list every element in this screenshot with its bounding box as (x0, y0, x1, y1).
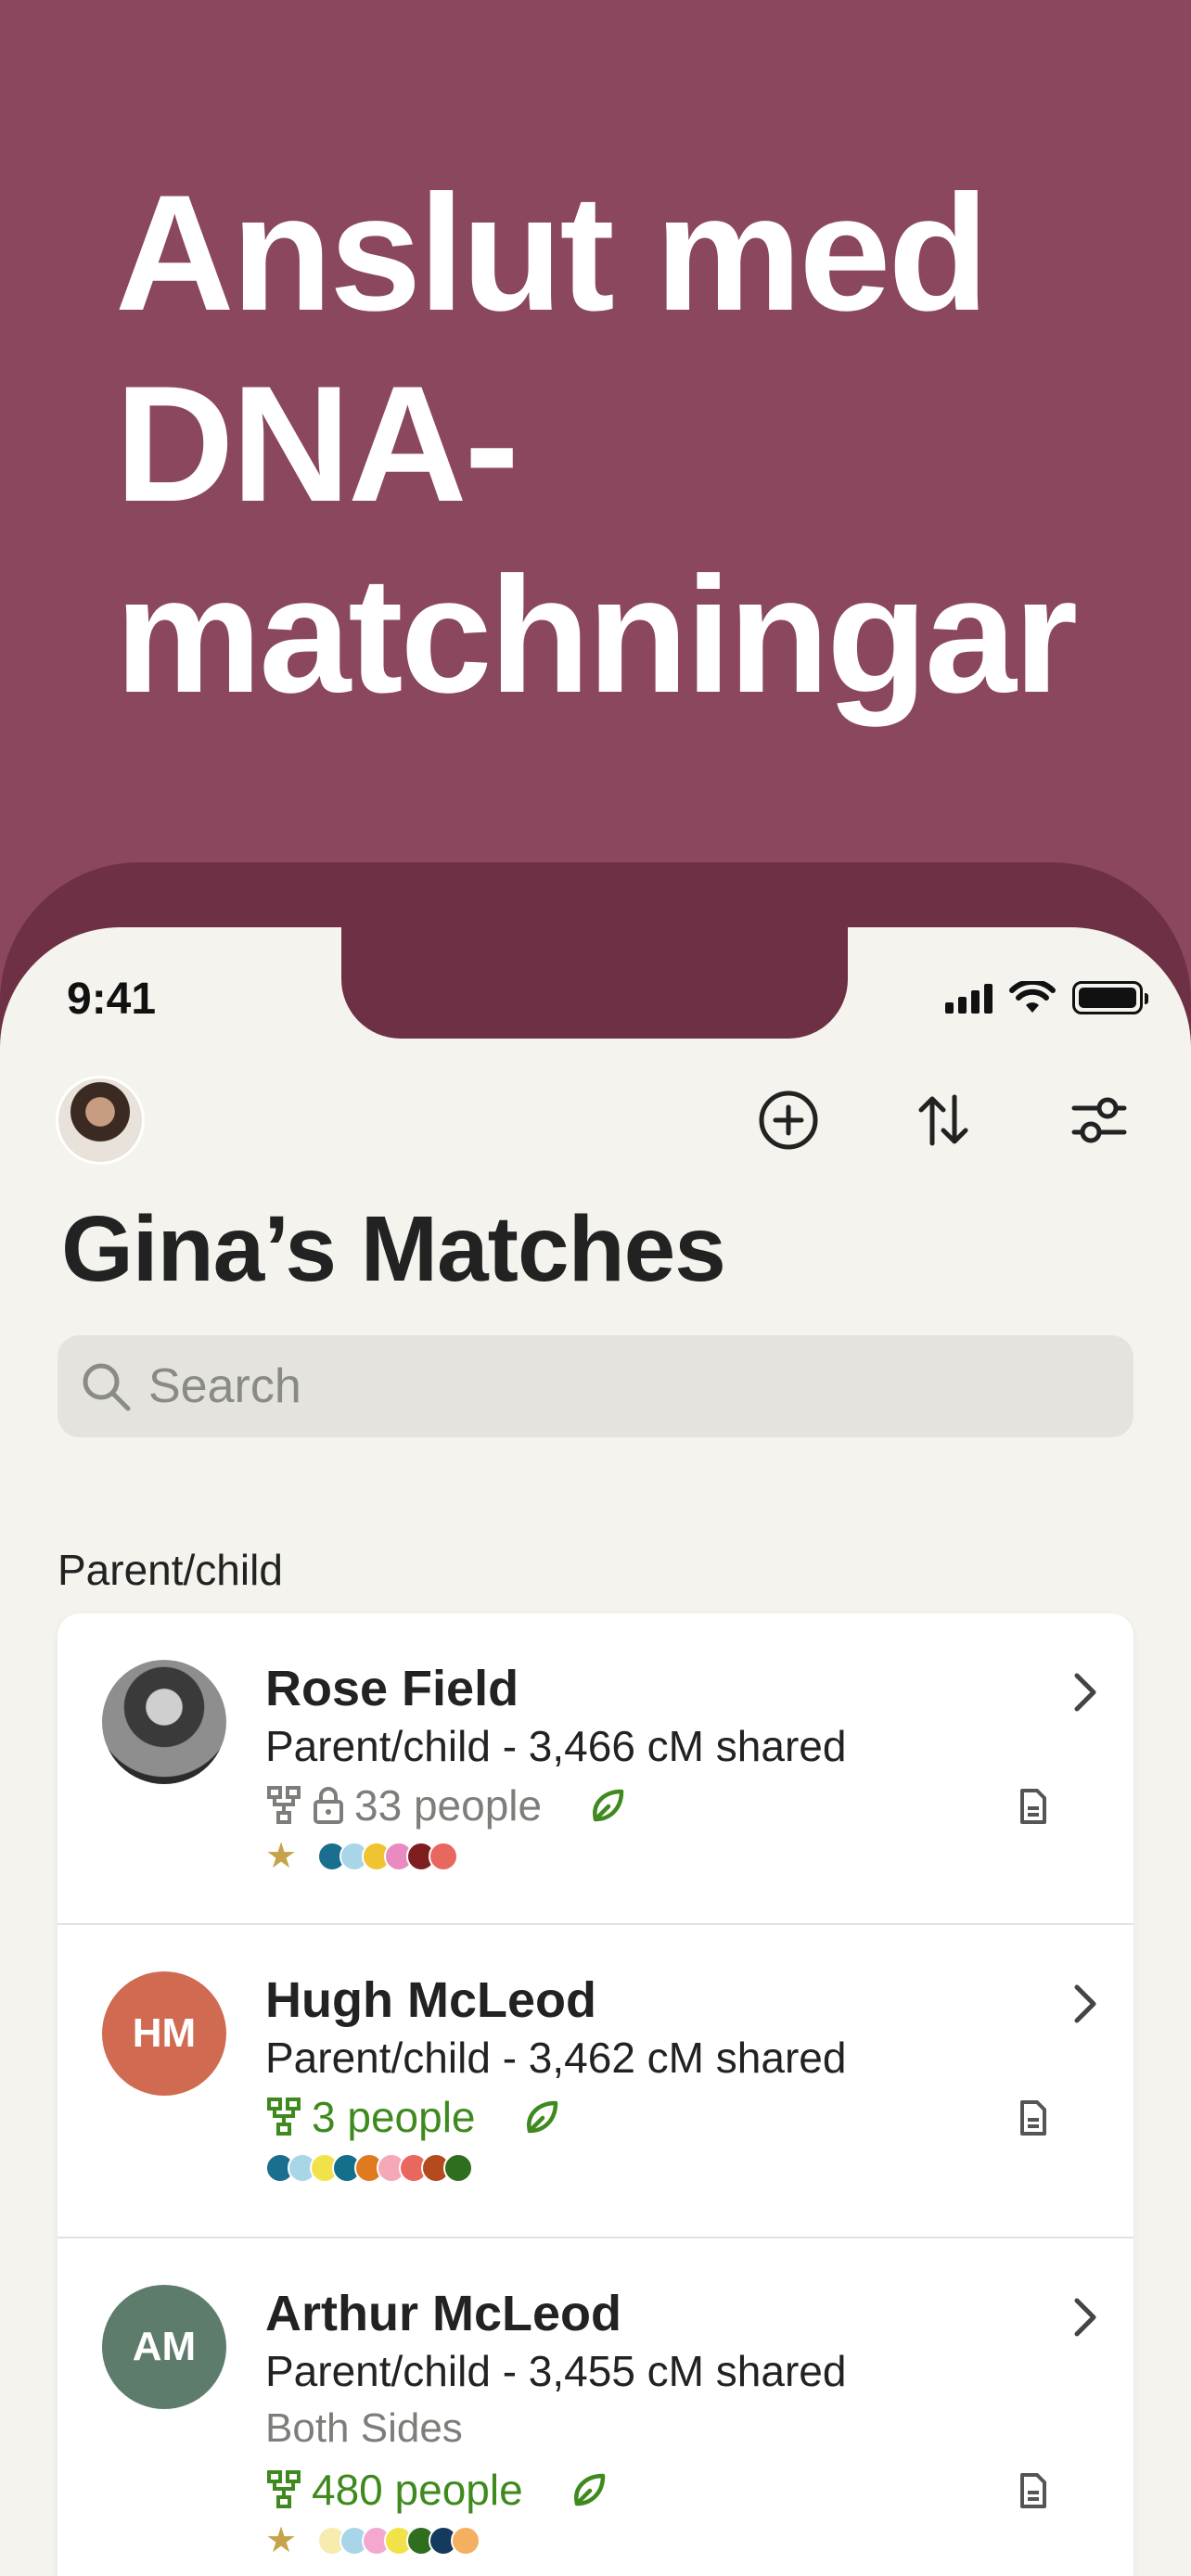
ethnicity-dot (429, 1842, 459, 1871)
match-relationship: Parent/child - 3,466 cM shared (265, 1722, 847, 1770)
match-name: Rose Field (265, 1661, 519, 1716)
ethnicity-dots: ★ (265, 2521, 481, 2560)
match-side: Both Sides (265, 2405, 463, 2451)
ethnicity-dots (265, 2153, 473, 2183)
match-avatar: HM (102, 1971, 226, 2096)
cellular-signal-icon (945, 982, 992, 1014)
hint-leaf-icon (570, 2470, 608, 2509)
battery-icon (1072, 981, 1148, 1014)
headline-line-2: DNA- (115, 351, 519, 536)
add-button[interactable] (751, 1083, 826, 1157)
match-people-count: 3 people (312, 2093, 476, 2141)
device-notch (341, 918, 848, 1039)
status-icons (945, 981, 1148, 1014)
match-row-hugh-mcleod[interactable]: HM Hugh McLeod Parent/child - 3,462 cM s… (58, 1925, 1133, 2238)
match-relationship: Parent/child - 3,462 cM shared (265, 2034, 847, 2082)
search-input[interactable] (148, 1358, 983, 1414)
star-icon: ★ (265, 2521, 298, 2560)
chevron-right-icon (1074, 2298, 1096, 2337)
match-avatar: AM (102, 2285, 226, 2409)
match-name: Arthur McLeod (265, 2286, 621, 2341)
sliders-icon (1071, 1097, 1127, 1143)
filter-button[interactable] (1062, 1083, 1136, 1157)
document-icon[interactable] (1018, 2099, 1048, 2136)
search-bar[interactable] (58, 1335, 1133, 1437)
headline-line-3: matchningar (115, 542, 1078, 727)
match-relationship: Parent/child - 3,455 cM shared (265, 2347, 847, 2395)
family-tree-icon (267, 2470, 301, 2508)
search-icon (83, 1363, 131, 1411)
plus-circle-icon (759, 1090, 818, 1150)
ethnicity-dot (451, 2526, 481, 2556)
star-icon: ★ (265, 1837, 298, 1876)
hint-leaf-icon (522, 2098, 561, 2136)
ethnicity-dot (443, 2153, 473, 2183)
match-name: Hugh McLeod (265, 1972, 596, 2028)
document-icon[interactable] (1018, 1788, 1048, 1825)
match-row-arthur-mcleod[interactable]: AM Arthur McLeod Parent/child - 3,455 cM… (58, 2238, 1133, 2576)
chevron-right-icon (1074, 1673, 1096, 1712)
match-tree-info: 3 people (265, 2092, 561, 2142)
chevron-right-icon (1074, 1984, 1096, 2023)
wifi-icon (1009, 981, 1056, 1013)
match-people-count: 33 people (354, 1781, 543, 1830)
section-label: Parent/child (58, 1546, 283, 1594)
match-people-count: 480 people (312, 2466, 523, 2514)
ethnicity-dots: ★ (265, 1837, 459, 1876)
headline-line-1: Anslut med (115, 160, 989, 345)
sort-button[interactable] (906, 1083, 980, 1157)
match-tree-info: 33 people (265, 1780, 627, 1830)
match-tree-info: 480 people (265, 2465, 608, 2515)
hint-leaf-icon (588, 1786, 627, 1825)
family-tree-icon (267, 1786, 301, 1824)
match-row-rose-field[interactable]: Rose Field Parent/child - 3,466 cM share… (58, 1613, 1133, 1925)
match-avatar (102, 1660, 226, 1784)
sort-arrows-icon (918, 1094, 968, 1146)
matches-card: Rose Field Parent/child - 3,466 cM share… (58, 1613, 1133, 2576)
family-tree-icon (267, 2098, 301, 2136)
page-title: Gina’s Matches (61, 1197, 726, 1301)
user-avatar[interactable] (56, 1076, 145, 1165)
lock-icon (314, 1787, 343, 1824)
promo-headline: Anslut med DNA- matchningar (115, 158, 1135, 731)
document-icon[interactable] (1018, 2472, 1048, 2509)
status-time: 9:41 (67, 975, 157, 1024)
